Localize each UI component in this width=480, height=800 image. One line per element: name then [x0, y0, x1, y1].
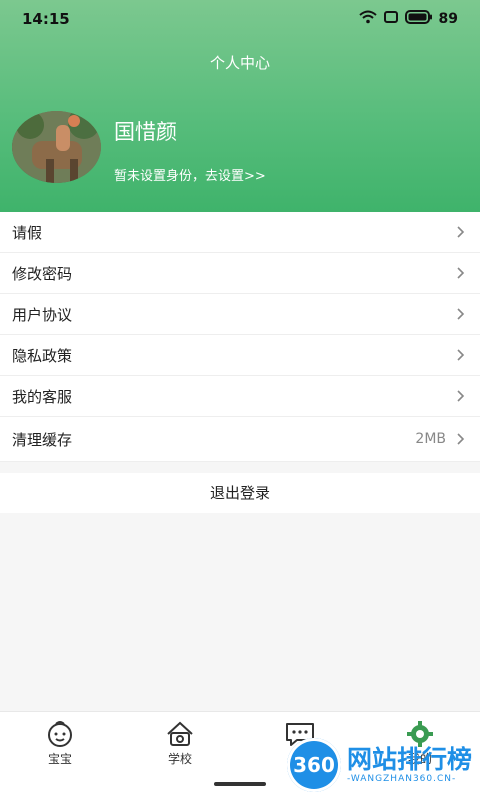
menu-item-user-agreement[interactable]: 用户协议 — [0, 294, 480, 335]
settings-menu: 请假 修改密码 用户协议 隐私政策 我的客服 清理缓存 2MB — [0, 212, 480, 462]
screen-rotation-icon — [383, 10, 399, 28]
menu-item-privacy-policy[interactable]: 隐私政策 — [0, 335, 480, 376]
bottom-tab-bar: 宝宝 学校 我的 360 网站排行榜 -WANGZHAN360.CN- — [0, 711, 480, 800]
menu-item-label: 隐私政策 — [12, 346, 73, 365]
chevron-right-icon — [454, 432, 468, 446]
tab-label: 学校 — [167, 752, 192, 766]
tab-school[interactable]: 学校 — [120, 720, 240, 767]
status-time: 14:15 — [22, 10, 70, 28]
logout-button[interactable]: 退出登录 — [0, 473, 480, 513]
menu-item-customer-service[interactable]: 我的客服 — [0, 376, 480, 417]
menu-item-label: 清理缓存 — [12, 430, 73, 449]
status-icons: 89 — [358, 10, 458, 28]
identity-setup-link[interactable]: 暂未设置身份，去设置>> — [114, 165, 266, 184]
menu-item-leave[interactable]: 请假 — [0, 212, 480, 253]
menu-item-label: 修改密码 — [12, 264, 73, 283]
cache-size: 2MB — [415, 431, 446, 447]
avatar[interactable] — [12, 111, 101, 183]
profile-header: 14:15 89 个人中心 国惜颜 暂未设置身份，去设置>> — [0, 0, 480, 212]
chevron-right-icon — [454, 389, 468, 403]
username: 国惜颜 — [114, 120, 177, 144]
battery-icon — [404, 10, 433, 28]
page-title: 个人中心 — [209, 54, 270, 72]
school-house-icon — [120, 720, 240, 748]
menu-item-label: 我的客服 — [12, 387, 73, 406]
watermark-badge: 360 — [286, 738, 341, 792]
battery-level: 89 — [438, 11, 458, 27]
menu-item-label: 用户协议 — [12, 305, 73, 324]
menu-item-clear-cache[interactable]: 清理缓存 2MB — [0, 417, 480, 462]
chevron-right-icon — [454, 225, 468, 239]
tab-label: 宝宝 — [47, 752, 72, 766]
watermark-subtitle: -WANGZHAN360.CN- — [346, 774, 457, 784]
status-bar: 14:15 89 — [0, 0, 480, 38]
watermark-logo: 360 网站排行榜 -WANGZHAN360.CN- — [286, 738, 472, 792]
menu-item-change-password[interactable]: 修改密码 — [0, 253, 480, 294]
wifi-icon — [358, 10, 377, 28]
baby-face-icon — [0, 720, 120, 748]
chevron-right-icon — [454, 307, 468, 321]
tab-baby[interactable]: 宝宝 — [0, 720, 120, 767]
chevron-right-icon — [454, 266, 468, 280]
home-indicator[interactable] — [214, 782, 266, 786]
watermark-title: 网站排行榜 — [346, 745, 472, 774]
menu-item-label: 请假 — [12, 223, 43, 242]
chevron-right-icon — [454, 348, 468, 362]
